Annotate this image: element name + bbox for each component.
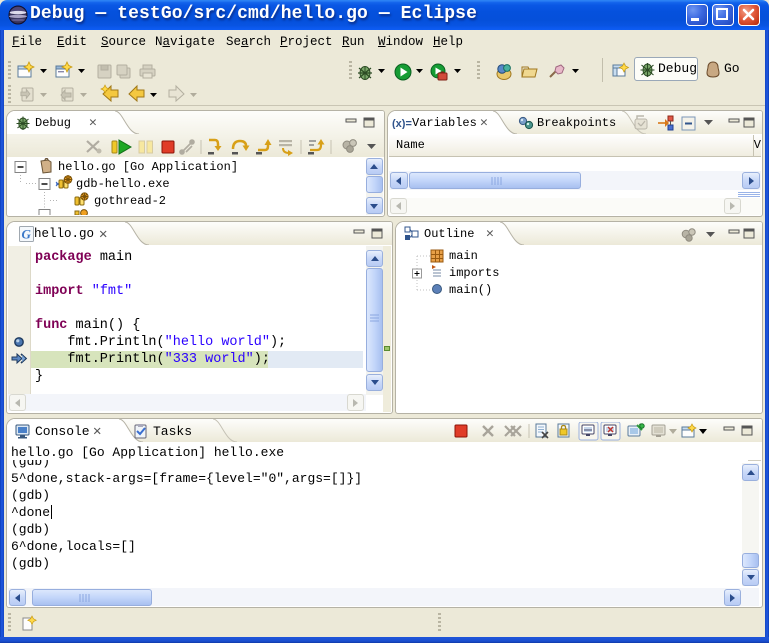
svg-text:(x)=: (x)=	[392, 118, 412, 129]
svg-text:G: G	[22, 227, 32, 242]
